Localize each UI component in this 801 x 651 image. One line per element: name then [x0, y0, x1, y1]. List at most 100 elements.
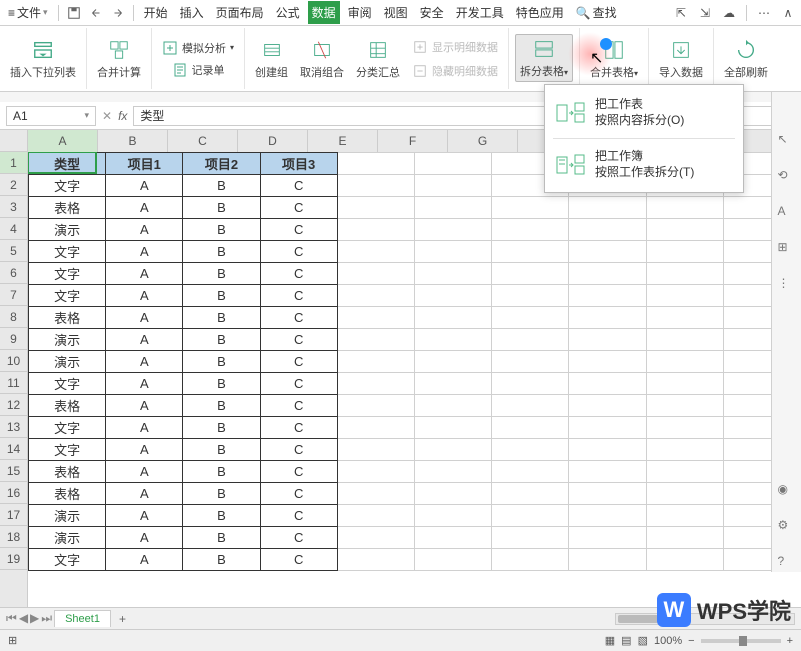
cell[interactable] [492, 263, 569, 285]
cell[interactable]: C [260, 329, 337, 351]
refresh-all-button[interactable]: 全部刷新 [720, 36, 772, 82]
cell[interactable] [414, 351, 491, 373]
cell[interactable]: B [183, 285, 260, 307]
zoom-knob[interactable] [739, 636, 747, 646]
simulation-button[interactable]: 模拟分析 ▾ [158, 38, 238, 58]
tab-page-layout[interactable]: 页面布局 [212, 1, 268, 24]
cell[interactable]: A [106, 285, 183, 307]
cell[interactable]: B [183, 175, 260, 197]
cell[interactable] [492, 505, 569, 527]
cell[interactable] [569, 329, 646, 351]
cell[interactable] [569, 439, 646, 461]
status-icon[interactable]: ⊞ [8, 634, 17, 647]
cell[interactable] [492, 351, 569, 373]
cell[interactable]: C [260, 373, 337, 395]
import-data-button[interactable]: 导入数据 [655, 36, 707, 82]
cell[interactable]: A [106, 505, 183, 527]
split-by-content-item[interactable]: 把工作表 按照内容拆分(O) [545, 91, 743, 134]
cell[interactable] [569, 505, 646, 527]
cell[interactable] [569, 351, 646, 373]
cell[interactable]: A [106, 417, 183, 439]
row-header-10[interactable]: 10 [0, 350, 27, 372]
cell[interactable]: A [106, 461, 183, 483]
grid-body[interactable]: 类型项目1项目2项目3文字ABC表格ABC演示ABC文字ABC文字ABC文字AB… [28, 152, 801, 607]
cell[interactable] [492, 461, 569, 483]
cell[interactable]: 演示 [29, 219, 106, 241]
cell[interactable] [414, 197, 491, 219]
zoom-slider[interactable] [701, 639, 781, 643]
search-box[interactable]: 🔍 查找 [576, 4, 617, 21]
cell[interactable] [337, 219, 414, 241]
cell[interactable] [337, 263, 414, 285]
cell[interactable]: B [183, 241, 260, 263]
cell[interactable] [646, 219, 723, 241]
select-icon[interactable]: ↖ [778, 132, 796, 150]
cell[interactable] [492, 307, 569, 329]
cell[interactable]: C [260, 527, 337, 549]
zoom-label[interactable]: 100% [654, 635, 682, 647]
cell[interactable]: A [106, 439, 183, 461]
cell[interactable] [646, 417, 723, 439]
view-normal-icon[interactable]: ▦ [605, 634, 615, 647]
cell[interactable] [646, 285, 723, 307]
cell[interactable] [569, 483, 646, 505]
cell[interactable] [646, 263, 723, 285]
cell[interactable] [569, 197, 646, 219]
row-header-19[interactable]: 19 [0, 548, 27, 570]
cell[interactable] [492, 241, 569, 263]
col-header-D[interactable]: D [238, 130, 308, 152]
cell[interactable] [337, 373, 414, 395]
cell[interactable]: 演示 [29, 527, 106, 549]
cell[interactable]: C [260, 439, 337, 461]
cell[interactable] [569, 263, 646, 285]
cell[interactable] [569, 395, 646, 417]
cell[interactable]: B [183, 373, 260, 395]
row-header-2[interactable]: 2 [0, 174, 27, 196]
cell[interactable]: B [183, 219, 260, 241]
cell[interactable] [414, 153, 491, 175]
cell[interactable]: 类型 [29, 153, 106, 175]
cell[interactable] [492, 549, 569, 571]
cell[interactable]: 文字 [29, 175, 106, 197]
sheet-nav[interactable]: ⏮ ◀ ▶ ⏭ [6, 611, 52, 626]
tab-start[interactable]: 开始 [140, 1, 172, 24]
tab-security[interactable]: 安全 [416, 1, 448, 24]
cell[interactable] [492, 417, 569, 439]
cell[interactable]: B [183, 307, 260, 329]
cell[interactable] [337, 285, 414, 307]
tab-special[interactable]: 特色应用 [512, 1, 568, 24]
col-header-F[interactable]: F [378, 130, 448, 152]
cell[interactable] [337, 505, 414, 527]
cell[interactable] [569, 285, 646, 307]
save-icon[interactable] [65, 4, 83, 22]
cell[interactable] [414, 219, 491, 241]
prev-sheet-icon[interactable]: ◀ [19, 611, 28, 626]
cell[interactable]: A [106, 373, 183, 395]
cell[interactable] [414, 263, 491, 285]
cell[interactable] [414, 285, 491, 307]
cell[interactable] [492, 219, 569, 241]
cell[interactable] [646, 197, 723, 219]
select-all-corner[interactable] [0, 130, 28, 152]
cell[interactable] [337, 175, 414, 197]
row-header-16[interactable]: 16 [0, 482, 27, 504]
cell[interactable] [414, 175, 491, 197]
cell[interactable] [337, 527, 414, 549]
row-header-15[interactable]: 15 [0, 460, 27, 482]
subtotal-button[interactable]: 分类汇总 [352, 36, 404, 82]
cell[interactable]: A [106, 483, 183, 505]
cell[interactable]: A [106, 197, 183, 219]
row-header-14[interactable]: 14 [0, 438, 27, 460]
cell[interactable] [337, 329, 414, 351]
row-header-4[interactable]: 4 [0, 218, 27, 240]
cell[interactable]: C [260, 241, 337, 263]
cell[interactable]: C [260, 307, 337, 329]
cell[interactable] [569, 373, 646, 395]
cell[interactable] [646, 241, 723, 263]
cell[interactable] [414, 373, 491, 395]
cell[interactable]: B [183, 329, 260, 351]
cell[interactable]: A [106, 241, 183, 263]
cell[interactable] [646, 329, 723, 351]
cell[interactable]: A [106, 219, 183, 241]
cell[interactable] [337, 307, 414, 329]
